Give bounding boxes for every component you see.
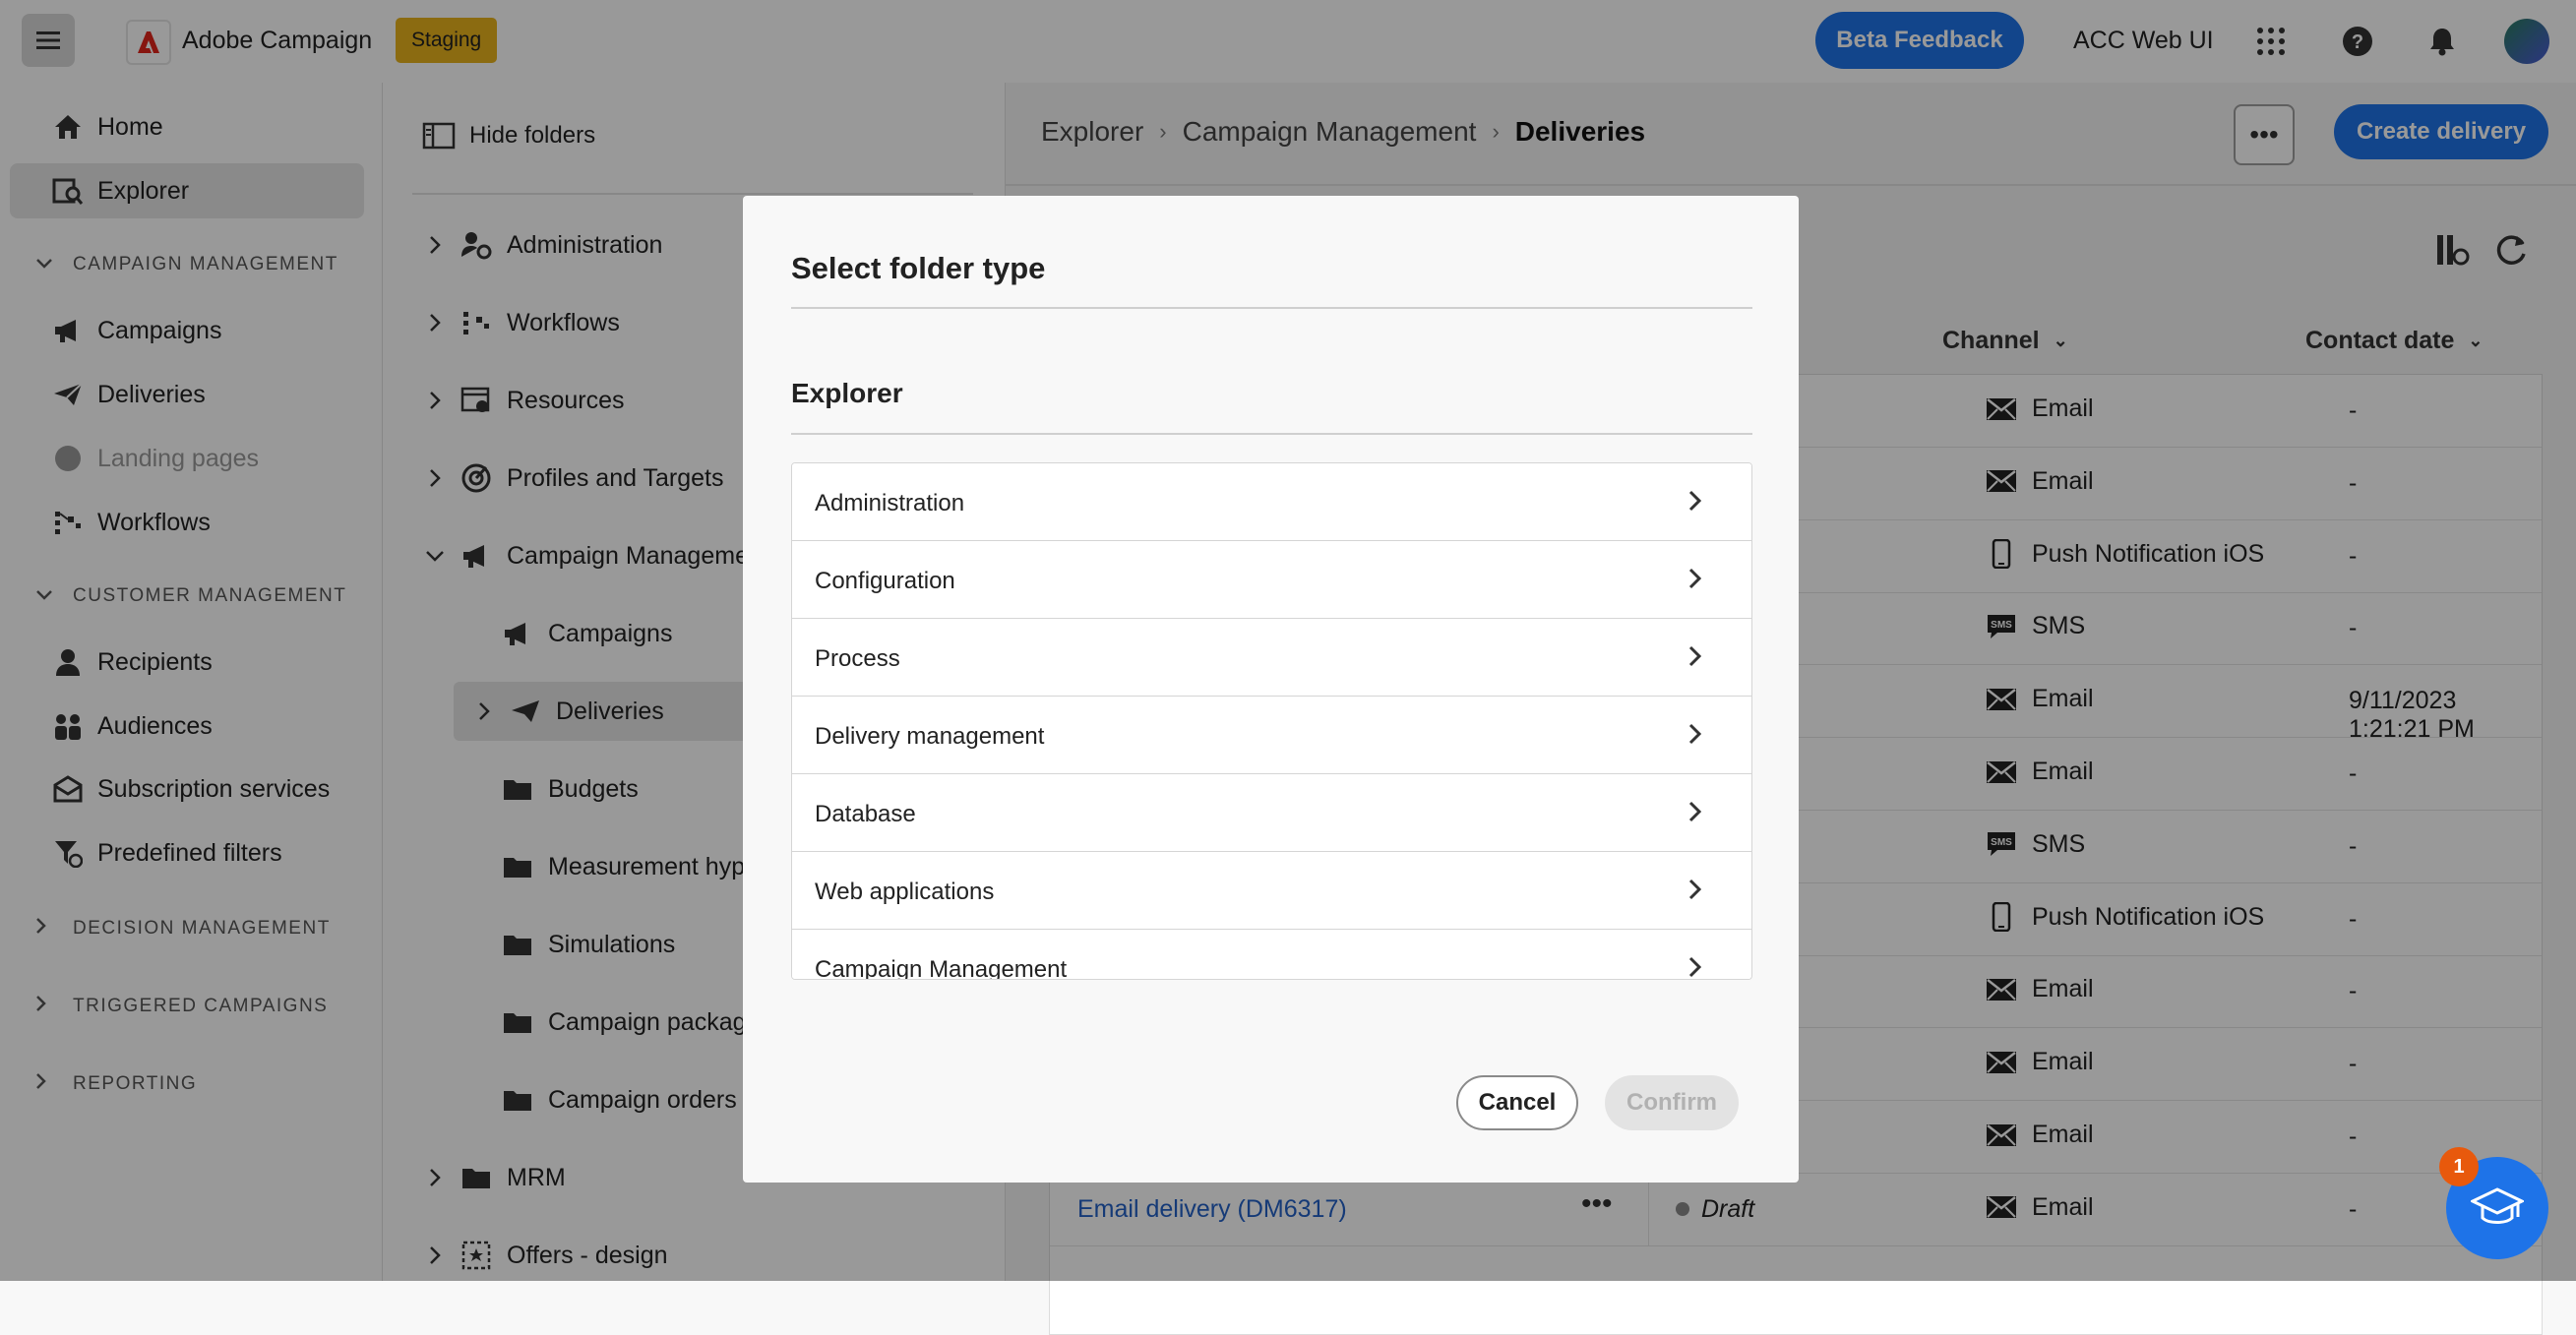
chevron-right-icon	[1688, 879, 1702, 900]
folder-type-list: Administration Configuration Process Del…	[791, 462, 1752, 980]
folder-type-item[interactable]: Configuration	[792, 541, 1751, 619]
chevron-right-icon	[1688, 723, 1702, 745]
dialog-subtitle: Explorer	[791, 378, 903, 408]
divider	[791, 433, 1752, 435]
select-folder-type-dialog: Select folder type Explorer Administrati…	[743, 196, 1799, 1183]
chevron-right-icon	[1688, 490, 1702, 512]
folder-type-label: Configuration	[815, 568, 955, 594]
folder-type-label: Administration	[815, 490, 965, 516]
cancel-button[interactable]: Cancel	[1456, 1075, 1578, 1130]
folder-type-item[interactable]: Web applications	[792, 852, 1751, 930]
notification-badge: 1	[2439, 1147, 2479, 1186]
chevron-right-icon	[1688, 645, 1702, 667]
folder-type-item[interactable]: Process	[792, 619, 1751, 697]
chevron-right-icon	[1688, 801, 1702, 822]
folder-type-item[interactable]: Campaign Management	[792, 930, 1751, 980]
folder-type-label: Campaign Management	[815, 956, 1068, 980]
dialog-title: Select folder type	[791, 251, 1046, 285]
graduation-cap-icon	[2471, 1187, 2524, 1224]
folder-type-item[interactable]: Database	[792, 774, 1751, 852]
divider	[791, 307, 1752, 309]
confirm-button[interactable]: Confirm	[1605, 1075, 1739, 1130]
folder-type-label: Web applications	[815, 879, 995, 905]
folder-type-label: Delivery management	[815, 723, 1045, 750]
folder-type-label: Database	[815, 801, 916, 827]
chevron-right-icon	[1688, 568, 1702, 589]
folder-type-label: Process	[815, 645, 900, 672]
chevron-right-icon	[1688, 956, 1702, 978]
folder-type-item[interactable]: Delivery management	[792, 697, 1751, 774]
folder-type-item[interactable]: Administration	[792, 463, 1751, 541]
